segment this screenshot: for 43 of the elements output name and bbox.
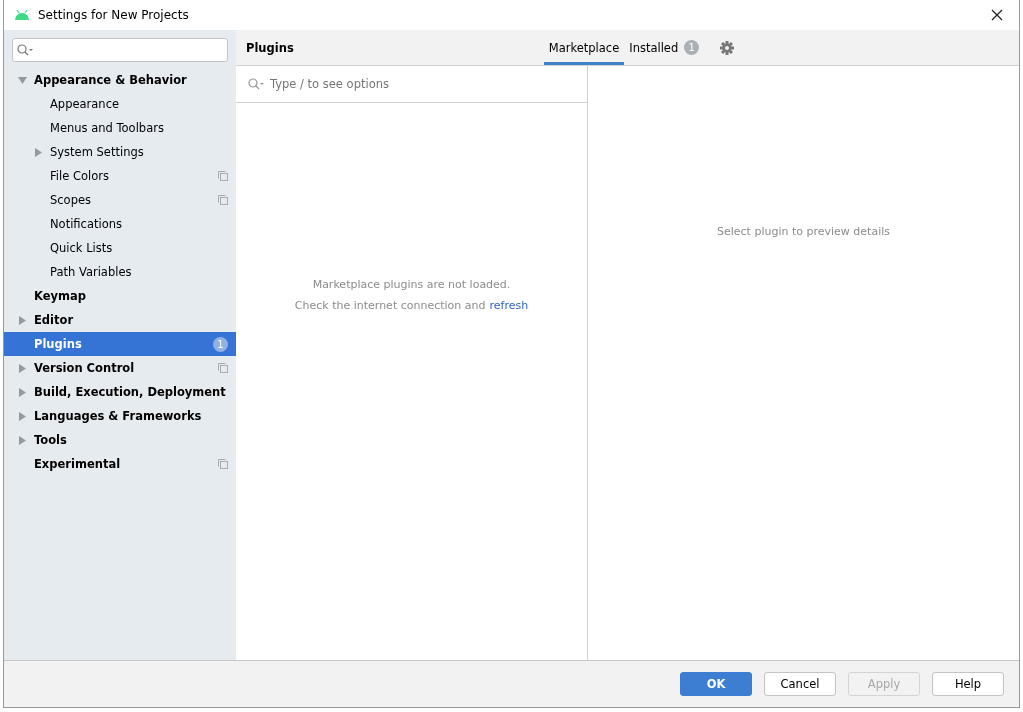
tree-item[interactable]: Version Control (4, 356, 236, 380)
expand-arrow-icon[interactable] (34, 147, 43, 157)
expand-arrow-icon[interactable] (18, 363, 27, 373)
tree-item[interactable]: Notifications (4, 212, 236, 236)
tree-item[interactable]: Keymap (4, 284, 236, 308)
tree-item[interactable]: Experimental (4, 452, 236, 476)
tree-item[interactable]: System Settings (4, 140, 236, 164)
search-icon (17, 44, 33, 56)
expand-arrow-icon[interactable] (18, 75, 27, 85)
expand-arrow-icon[interactable] (18, 387, 27, 397)
dialog-button[interactable]: Help (932, 672, 1004, 696)
search-field[interactable] (12, 38, 228, 62)
page-title: Plugins (246, 40, 294, 55)
search-icon (248, 78, 264, 90)
empty-message: Check the internet connection and (294, 299, 486, 312)
tree-item[interactable]: File Colors (4, 164, 236, 188)
tree-item[interactable]: Path Variables (4, 260, 236, 284)
tree-item[interactable]: Editor (4, 308, 236, 332)
expand-arrow-icon[interactable] (18, 315, 27, 325)
android-icon (14, 10, 30, 20)
details-message: Select plugin to preview details (717, 225, 890, 240)
tree-item[interactable]: Languages & Frameworks (4, 404, 236, 428)
tree-item[interactable]: Tools (4, 428, 236, 452)
tree-item[interactable]: Menus and Toolbars (4, 116, 236, 140)
count-badge: 1 (213, 336, 228, 352)
dialog-button[interactable]: OK (680, 672, 752, 696)
search-field[interactable]: Type / to see options (268, 76, 587, 92)
tab[interactable]: Marketplace (543, 30, 625, 65)
tree-item[interactable]: Scopes (4, 188, 236, 212)
empty-message: Marketplace plugins are not loaded. (312, 278, 511, 291)
tree-item[interactable]: Appearance & Behavior (4, 68, 236, 92)
window-title: Settings for New Projects (38, 8, 189, 22)
tab[interactable]: Installed 1 (624, 30, 705, 65)
settings-icon[interactable] (720, 40, 735, 55)
tree-item[interactable]: Quick Lists (4, 236, 236, 260)
close-icon[interactable] (991, 9, 1003, 21)
tree-item[interactable]: Appearance (4, 92, 236, 116)
expand-arrow-icon[interactable] (18, 411, 27, 421)
tree-item[interactable]: Build, Execution, Deployment (4, 380, 236, 404)
dialog-button[interactable]: Cancel (764, 672, 836, 696)
expand-arrow-icon[interactable] (18, 435, 27, 445)
tree-item[interactable]: Plugins 1 (4, 332, 236, 356)
refresh-link[interactable]: refresh (489, 299, 529, 312)
